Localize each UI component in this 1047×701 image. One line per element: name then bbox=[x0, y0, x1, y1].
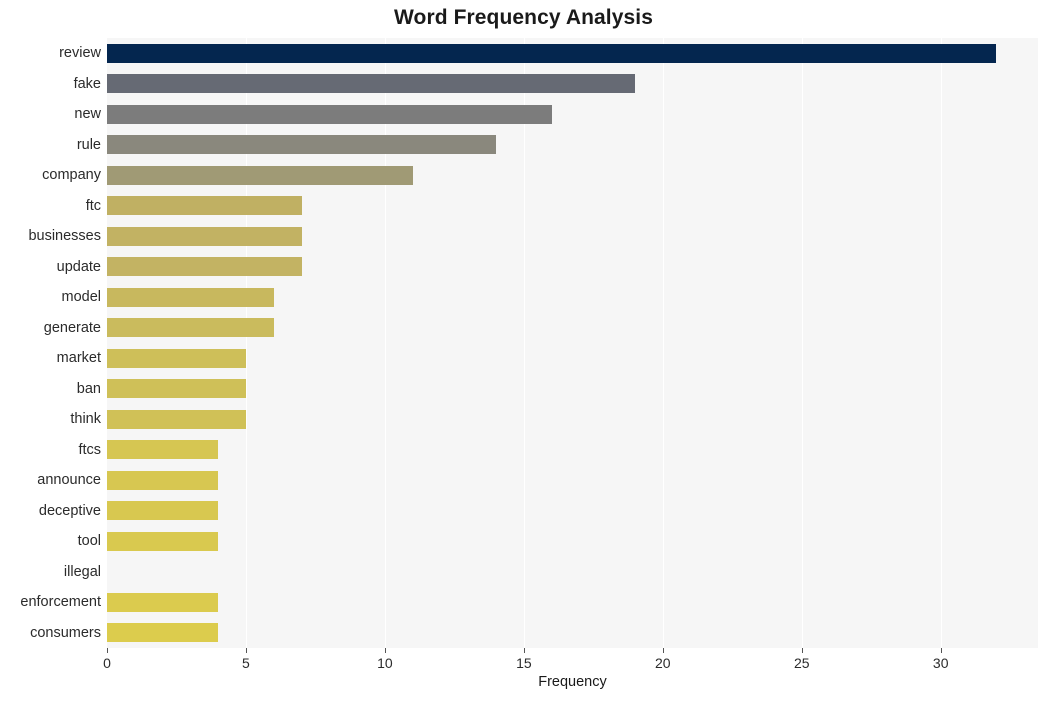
x-tick-mark bbox=[523, 648, 525, 653]
x-tick-label: 10 bbox=[377, 655, 393, 671]
x-tick-mark bbox=[245, 648, 247, 653]
bar[interactable] bbox=[107, 440, 219, 460]
y-tick-label: model bbox=[61, 289, 102, 306]
y-tick-label: company bbox=[42, 167, 101, 184]
bar[interactable] bbox=[107, 74, 636, 94]
y-tick-label: rule bbox=[76, 136, 101, 153]
bar-row[interactable] bbox=[107, 74, 1038, 94]
y-tick-label: ftc bbox=[85, 197, 101, 214]
y-axis-tick-labels: review fake new rule company ftc businesses upd… bbox=[0, 38, 101, 648]
y-tick-label: deceptive bbox=[38, 502, 101, 519]
y-tick-label: ftcs bbox=[78, 441, 101, 458]
x-tick-label: 20 bbox=[655, 655, 671, 671]
x-tick-mark bbox=[940, 648, 942, 653]
y-tick-label: fake bbox=[73, 75, 101, 92]
y-tick-label: announce bbox=[37, 472, 101, 489]
bar[interactable] bbox=[107, 409, 246, 429]
y-tick-label: illegal bbox=[63, 563, 101, 580]
y-tick-label: new bbox=[74, 106, 101, 123]
bar[interactable] bbox=[107, 531, 219, 551]
bar[interactable] bbox=[107, 196, 302, 216]
bar[interactable] bbox=[107, 226, 302, 246]
x-tick-label: 15 bbox=[516, 655, 532, 671]
y-tick-label: review bbox=[59, 45, 101, 62]
bar[interactable] bbox=[107, 348, 246, 368]
bar[interactable] bbox=[107, 592, 219, 612]
bar-row[interactable] bbox=[107, 531, 1038, 551]
y-tick-label: think bbox=[70, 411, 101, 428]
bar-row[interactable] bbox=[107, 470, 1038, 490]
bar-row[interactable] bbox=[107, 104, 1038, 124]
y-tick-label: ban bbox=[76, 380, 101, 397]
bar[interactable] bbox=[107, 470, 219, 490]
x-tick-mark bbox=[801, 648, 803, 653]
bar-row[interactable] bbox=[107, 287, 1038, 307]
bar-row[interactable] bbox=[107, 501, 1038, 521]
x-axis-title: Frequency bbox=[538, 674, 607, 690]
bar[interactable] bbox=[107, 379, 246, 399]
bar-row[interactable] bbox=[107, 226, 1038, 246]
bars-layer bbox=[107, 38, 1038, 648]
plot-area bbox=[107, 38, 1038, 648]
x-tick-label: 5 bbox=[242, 655, 250, 671]
bar-row[interactable] bbox=[107, 623, 1038, 643]
bar-row[interactable] bbox=[107, 257, 1038, 277]
bar-row[interactable] bbox=[107, 409, 1038, 429]
bar[interactable] bbox=[107, 104, 552, 124]
bar[interactable] bbox=[107, 623, 219, 643]
bar-row[interactable] bbox=[107, 196, 1038, 216]
y-tick-label: businesses bbox=[28, 228, 101, 245]
y-tick-label: enforcement bbox=[20, 594, 101, 611]
y-tick-label: tool bbox=[77, 533, 101, 550]
bar-row[interactable] bbox=[107, 379, 1038, 399]
bar-row[interactable] bbox=[107, 592, 1038, 612]
y-tick-label: generate bbox=[43, 319, 101, 336]
bar-row[interactable] bbox=[107, 135, 1038, 155]
y-tick-label: market bbox=[56, 350, 101, 367]
x-tick-label: 25 bbox=[793, 655, 810, 671]
bar[interactable] bbox=[107, 257, 302, 277]
bar[interactable] bbox=[107, 318, 274, 338]
x-tick-mark bbox=[662, 648, 664, 653]
bar-row[interactable] bbox=[107, 165, 1038, 185]
x-tick-mark bbox=[107, 648, 108, 653]
y-tick-label: consumers bbox=[30, 624, 101, 641]
word-frequency-chart: Word Frequency Analysis review fake new rul… bbox=[0, 0, 1047, 701]
y-tick-label: update bbox=[56, 258, 101, 275]
chart-title: Word Frequency Analysis bbox=[393, 6, 654, 29]
x-tick-label: 0 bbox=[103, 655, 111, 671]
bar[interactable] bbox=[107, 165, 413, 185]
bar-row[interactable] bbox=[107, 43, 1038, 63]
x-tick-mark bbox=[384, 648, 386, 653]
bar[interactable] bbox=[107, 562, 218, 581]
bar-row[interactable] bbox=[107, 318, 1038, 338]
bar[interactable] bbox=[107, 501, 219, 521]
bar-row[interactable] bbox=[107, 440, 1038, 460]
x-tick-label: 30 bbox=[932, 655, 949, 671]
bar-row[interactable] bbox=[107, 348, 1038, 368]
bar-row[interactable] bbox=[107, 562, 1038, 581]
bar[interactable] bbox=[107, 135, 497, 155]
bar[interactable] bbox=[107, 43, 997, 63]
bar[interactable] bbox=[107, 287, 274, 307]
